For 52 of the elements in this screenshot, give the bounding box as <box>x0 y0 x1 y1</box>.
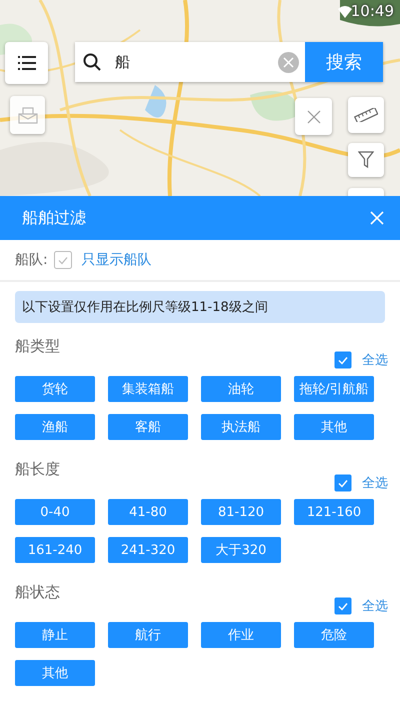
filter-chip[interactable]: 油轮 <box>201 376 281 402</box>
filter-chip[interactable]: 作业 <box>201 622 281 648</box>
search-field[interactable]: 船 搜索 <box>75 42 383 82</box>
ruler-button[interactable] <box>348 97 384 133</box>
filter-chip[interactable]: 客船 <box>108 414 188 440</box>
clock-time: 10:49 <box>350 2 394 20</box>
fleet-label: 船队: <box>15 251 48 269</box>
select-all-label[interactable]: 全选 <box>362 474 388 492</box>
search-button[interactable]: 搜索 <box>305 42 383 82</box>
scale-notice: 以下设置仅作用在比例尺等级11-18级之间 <box>15 291 385 323</box>
filter-chip[interactable]: 货轮 <box>15 376 95 402</box>
filter-chip[interactable]: 其他 <box>294 414 374 440</box>
checkbox[interactable] <box>54 251 72 269</box>
section-title: 船长度 <box>15 460 60 479</box>
filter-chip[interactable]: 渔船 <box>15 414 95 440</box>
wifi-icon <box>338 6 352 18</box>
fleet-only-option[interactable]: 只显示船队 <box>82 251 152 269</box>
filter-chip[interactable]: 执法船 <box>201 414 281 440</box>
filter-chip[interactable]: 其他 <box>15 660 95 686</box>
checkbox[interactable] <box>334 597 352 615</box>
menu-button[interactable] <box>5 42 48 84</box>
close-icon <box>306 110 320 124</box>
section-title: 船类型 <box>15 337 60 356</box>
section-title: 船状态 <box>15 583 60 602</box>
filter-chip[interactable]: 静止 <box>15 622 95 648</box>
filter-chip[interactable]: 危险 <box>294 622 374 648</box>
filter-chip[interactable]: 0-40 <box>15 499 95 525</box>
envelope-icon <box>18 106 38 124</box>
filter-chip[interactable]: 41-80 <box>108 499 188 525</box>
checkbox[interactable] <box>334 351 352 369</box>
message-button[interactable] <box>10 96 45 134</box>
filter-chip[interactable]: 241-320 <box>108 537 188 563</box>
close-button[interactable] <box>370 211 384 225</box>
ruler-icon <box>354 108 378 122</box>
filter-chip[interactable]: 121-160 <box>294 499 374 525</box>
filter-chip[interactable]: 81-120 <box>201 499 281 525</box>
search-icon <box>83 53 101 71</box>
panel-title: 船舶过滤 <box>22 208 86 228</box>
filter-chip[interactable]: 拖轮/引航船 <box>294 376 374 402</box>
filter-button[interactable] <box>348 143 384 177</box>
clear-icon[interactable] <box>278 52 299 72</box>
select-all-label[interactable]: 全选 <box>362 351 388 369</box>
checkbox[interactable] <box>334 474 352 492</box>
filter-chip[interactable]: 大于320 <box>201 537 281 563</box>
filter-chip[interactable]: 航行 <box>108 622 188 648</box>
menu-icon <box>18 56 36 70</box>
close-icon <box>370 211 384 225</box>
select-all-label[interactable]: 全选 <box>362 597 388 615</box>
filter-icon <box>358 151 374 169</box>
filter-chip[interactable]: 集装箱船 <box>108 376 188 402</box>
close-button[interactable] <box>295 98 332 135</box>
filter-chip[interactable]: 161-240 <box>15 537 95 563</box>
